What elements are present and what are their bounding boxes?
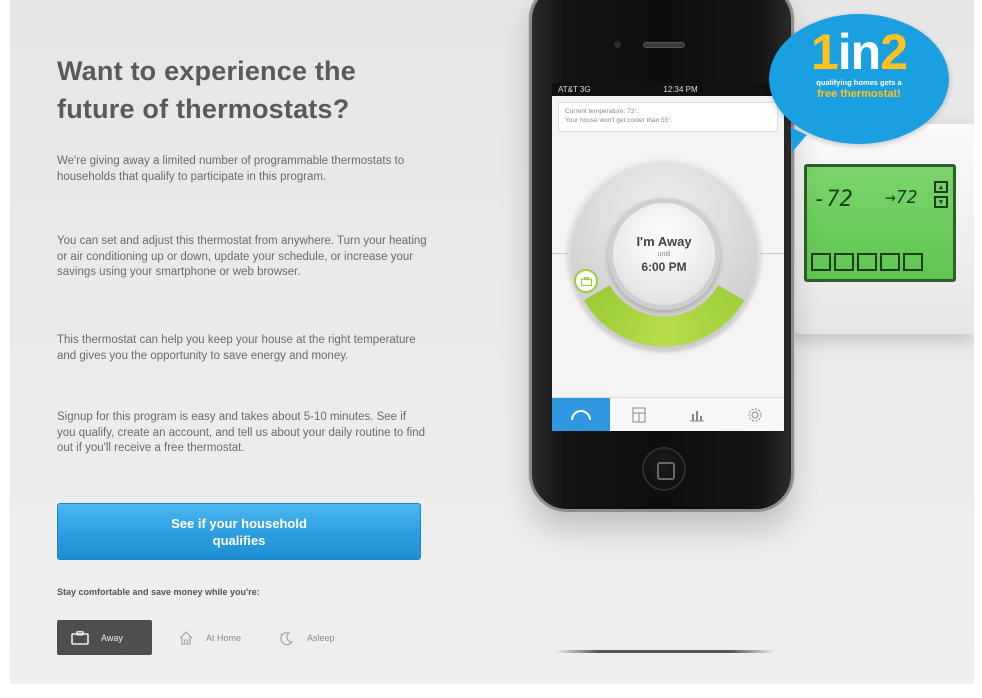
schedule-icon (632, 407, 646, 422)
promo-bubble: 1in2 qualifying homes gets a free thermo… (769, 14, 949, 144)
dial-mode-label: I'm Away (636, 234, 692, 249)
phone-reflection (555, 650, 775, 653)
phone-home-button (642, 447, 686, 491)
lcd-up-icon: ▲ (934, 181, 948, 193)
qualify-button-label: See if your household qualifies (171, 515, 307, 548)
gear-icon (748, 408, 762, 421)
chart-icon (690, 410, 704, 421)
page-headline: Want to experience the future of thermos… (57, 56, 356, 124)
mode-home-label: At Home (206, 632, 242, 643)
min-temp-text: Your house won't get cooler than 55°. (565, 117, 673, 124)
tab-reports[interactable] (668, 398, 726, 431)
house-icon (179, 630, 193, 645)
lcd-current-temp: -72 (813, 187, 853, 212)
comfort-label: Stay comfortable and save money while yo… (57, 587, 260, 597)
current-temp-text: Current temperature: 73°. (565, 108, 639, 115)
promo-subtext: qualifying homes gets a (816, 78, 902, 87)
lcd-setpoint-temp: →72 (885, 187, 918, 208)
phone-screen: AT&T 3G 12:34 PM ▭ Current temperature: … (552, 83, 784, 431)
promo-ratio: 1in2 (810, 24, 908, 80)
mode-selector: Away At Home z Asleep (57, 620, 347, 655)
qualify-button[interactable]: See if your household qualifies (57, 503, 421, 560)
promo-free-text: free thermostat! (817, 88, 901, 100)
landing-panel: Want to experience the future of thermos… (10, 0, 974, 684)
mode-away-button[interactable]: Away (57, 620, 152, 655)
tab-schedule[interactable] (610, 398, 668, 431)
carrier-label: AT&T 3G (558, 85, 591, 94)
briefcase-icon (71, 630, 89, 645)
clock-label: 12:34 PM (663, 85, 698, 94)
mode-asleep-button[interactable]: z Asleep (265, 620, 347, 655)
dial-center: I'm Away until 6:00 PM (608, 198, 720, 310)
intro-paragraph: We're giving away a limited number of pr… (57, 155, 405, 183)
away-knob-icon[interactable] (574, 269, 598, 293)
dial-icon (571, 409, 591, 420)
mode-away-label: Away (101, 632, 123, 643)
dial-time-label: 6:00 PM (641, 260, 687, 274)
tab-dial[interactable] (552, 398, 610, 431)
tab-settings[interactable] (726, 398, 784, 431)
remote-control-paragraph: You can set and adjust this thermostat f… (57, 235, 427, 279)
speaker-grille (643, 42, 685, 48)
thermostat-dial-area: I'm Away until 6:00 PM (552, 132, 784, 384)
lcd-arrows: ▲ ▼ (934, 181, 948, 211)
signup-paragraph: Signup for this program is easy and take… (57, 411, 426, 455)
mode-asleep-label: Asleep (307, 632, 335, 643)
lcd-cells (811, 253, 923, 271)
phone-tab-bar (552, 397, 784, 431)
mode-home-button[interactable]: At Home (164, 620, 253, 655)
phone-status-bar: AT&T 3G 12:34 PM ▭ (552, 83, 784, 96)
savings-paragraph: This thermostat can help you keep your h… (57, 334, 416, 362)
lcd-down-icon: ▼ (934, 196, 948, 208)
temperature-info: Current temperature: 73°. Your house won… (558, 102, 778, 132)
moon-icon: z (280, 632, 294, 645)
smartphone-image: AT&T 3G 12:34 PM ▭ Current temperature: … (529, 0, 794, 512)
thermostat-lcd: -72 →72 ▲ ▼ (804, 164, 956, 282)
camera-icon (614, 41, 621, 48)
thermostat-device-image: -72 →72 ▲ ▼ (780, 124, 974, 334)
dial-until-label: until (657, 251, 671, 258)
